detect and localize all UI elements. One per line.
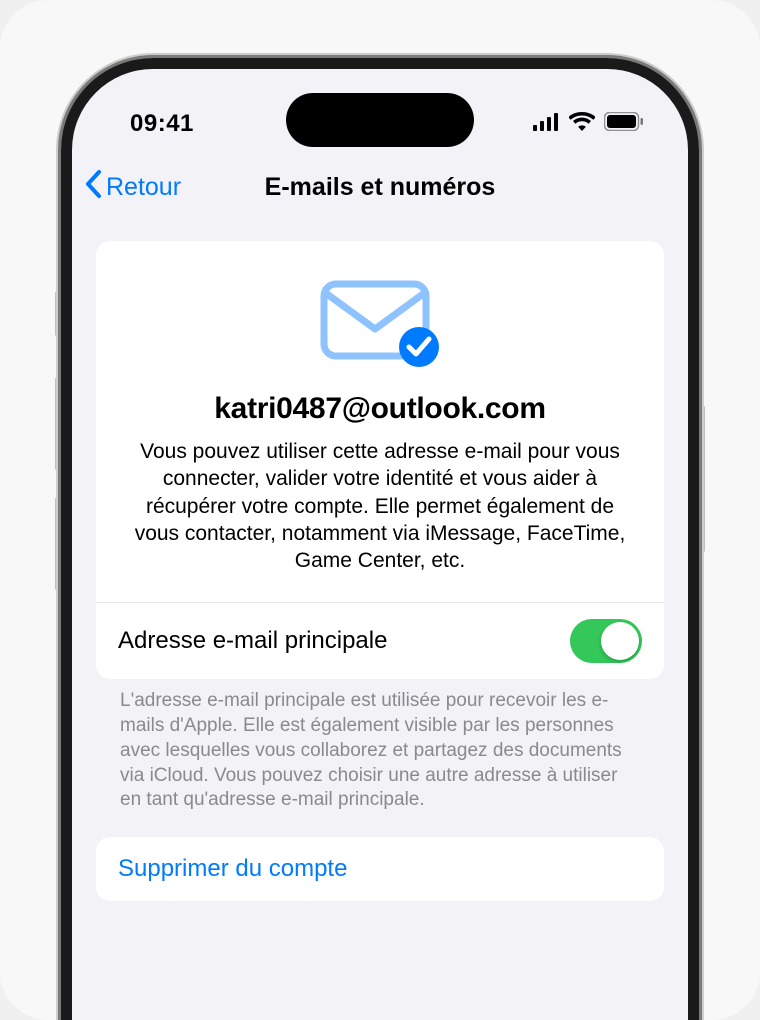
status-time: 09:41 (130, 110, 194, 138)
page-title: E-mails et numéros (265, 173, 496, 202)
content-area: katri0487@outlook.com Vous pouvez utilis… (72, 217, 688, 901)
primary-email-footer: L'adresse e-mail principale est utilisée… (96, 679, 664, 836)
hero-section: katri0487@outlook.com Vous pouvez utilis… (96, 241, 664, 603)
battery-icon (604, 112, 644, 136)
side-button-power (699, 404, 705, 554)
phone-frame-wrap: 09:41 (61, 58, 699, 1020)
nav-bar: Retour E-mails et numéros (72, 157, 688, 217)
back-button[interactable]: Retour (84, 169, 181, 206)
primary-email-toggle[interactable] (570, 619, 642, 663)
remove-from-account-button[interactable]: Supprimer du compte (118, 855, 642, 883)
primary-email-row: Adresse e-mail principale (96, 603, 664, 679)
side-button-silent (55, 290, 61, 338)
side-button-volume-up (55, 376, 61, 472)
wifi-icon (569, 112, 595, 136)
screen: 09:41 (72, 69, 688, 1020)
chevron-left-icon (84, 169, 104, 206)
remove-card: Supprimer du compte (96, 837, 664, 901)
back-label: Retour (106, 173, 181, 202)
device-background: 09:41 (0, 0, 760, 1020)
switch-knob (601, 622, 639, 660)
mail-verified-icon (319, 279, 441, 374)
dynamic-island (286, 93, 474, 147)
side-button-volume-down (55, 496, 61, 592)
email-card: katri0487@outlook.com Vous pouvez utilis… (96, 241, 664, 679)
email-description: Vous pouvez utiliser cette adresse e-mai… (124, 438, 636, 574)
primary-email-label: Adresse e-mail principale (118, 627, 387, 655)
email-address: katri0487@outlook.com (124, 392, 636, 426)
status-indicators (533, 112, 644, 136)
cellular-icon (533, 113, 560, 136)
